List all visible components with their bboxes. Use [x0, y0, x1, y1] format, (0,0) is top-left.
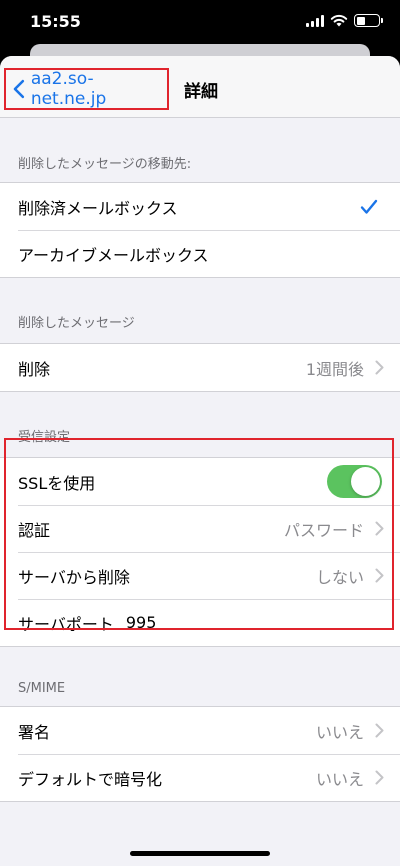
delete-from-server-value: しない [315, 567, 364, 587]
ssl-toggle[interactable] [327, 465, 382, 498]
encrypt-label: デフォルトで暗号化 [18, 769, 163, 789]
deleted-group: 削除 1週間後 [0, 343, 400, 392]
delete-label: 削除 [18, 359, 51, 379]
delete-after-row[interactable]: 削除 1週間後 [0, 344, 400, 391]
server-port-input[interactable]: 995 [126, 613, 157, 632]
page-title: 詳細 [184, 82, 218, 102]
auth-row[interactable]: 認証 パスワード [0, 505, 400, 552]
delete-from-server-row[interactable]: サーバから削除 しない [0, 552, 400, 599]
chevron-right-icon [375, 568, 384, 583]
chevron-right-icon [375, 723, 384, 738]
chevron-right-icon [375, 770, 384, 785]
back-button-label: aa2.so-net.ne.jp [30, 69, 107, 109]
sign-value: いいえ [315, 722, 364, 742]
delete-from-server-label: サーバから削除 [18, 567, 130, 587]
option-deleted-mailbox[interactable]: 削除済メールボックス [0, 183, 400, 230]
ssl-row: SSLを使用 [0, 458, 400, 505]
chevron-left-icon [13, 79, 25, 99]
ssl-label: SSLを使用 [18, 473, 96, 493]
sign-row[interactable]: 署名 いいえ [0, 707, 400, 754]
chevron-right-icon [375, 360, 384, 375]
battery-icon [354, 14, 383, 27]
move-to-group: 削除済メールボックス アーカイブメールボックス [0, 182, 400, 278]
encrypt-value: いいえ [315, 769, 364, 789]
signal-icon [306, 14, 324, 27]
option-label: 削除済メールボックス [18, 198, 178, 218]
server-port-row: サーバポート 995 [0, 599, 400, 646]
toggle-knob [351, 467, 380, 496]
status-bar: 15:55 [0, 0, 400, 46]
back-button[interactable]: aa2.so-net.ne.jp [4, 68, 169, 110]
server-port-label: サーバポート [18, 614, 114, 634]
section-header-incoming: 受信設定 [18, 430, 71, 445]
chevron-right-icon [375, 521, 384, 536]
wifi-icon [330, 14, 348, 27]
option-archive-mailbox[interactable]: アーカイブメールボックス [0, 230, 400, 277]
settings-sheet: aa2.so-net.ne.jp 詳細 削除したメッセージの移動先: 削除済メー… [0, 56, 400, 866]
section-header-smime: S/MIME [18, 681, 66, 696]
incoming-group: SSLを使用 認証 パスワード サーバから削除 しない サーバポート 995 [0, 457, 400, 647]
encrypt-row[interactable]: デフォルトで暗号化 いいえ [0, 754, 400, 801]
checkmark-icon [360, 199, 378, 214]
sign-label: 署名 [18, 722, 51, 742]
smime-group: 署名 いいえ デフォルトで暗号化 いいえ [0, 706, 400, 802]
delete-value: 1週間後 [305, 359, 364, 379]
home-indicator [130, 851, 270, 856]
status-icons [306, 14, 383, 27]
navigation-bar: aa2.so-net.ne.jp 詳細 [0, 56, 400, 118]
section-header-move-to: 削除したメッセージの移動先: [18, 157, 192, 172]
section-header-deleted: 削除したメッセージ [18, 316, 135, 331]
status-time: 15:55 [30, 12, 81, 31]
auth-label: 認証 [18, 520, 51, 540]
auth-value: パスワード [283, 520, 364, 540]
option-label: アーカイブメールボックス [18, 245, 209, 265]
